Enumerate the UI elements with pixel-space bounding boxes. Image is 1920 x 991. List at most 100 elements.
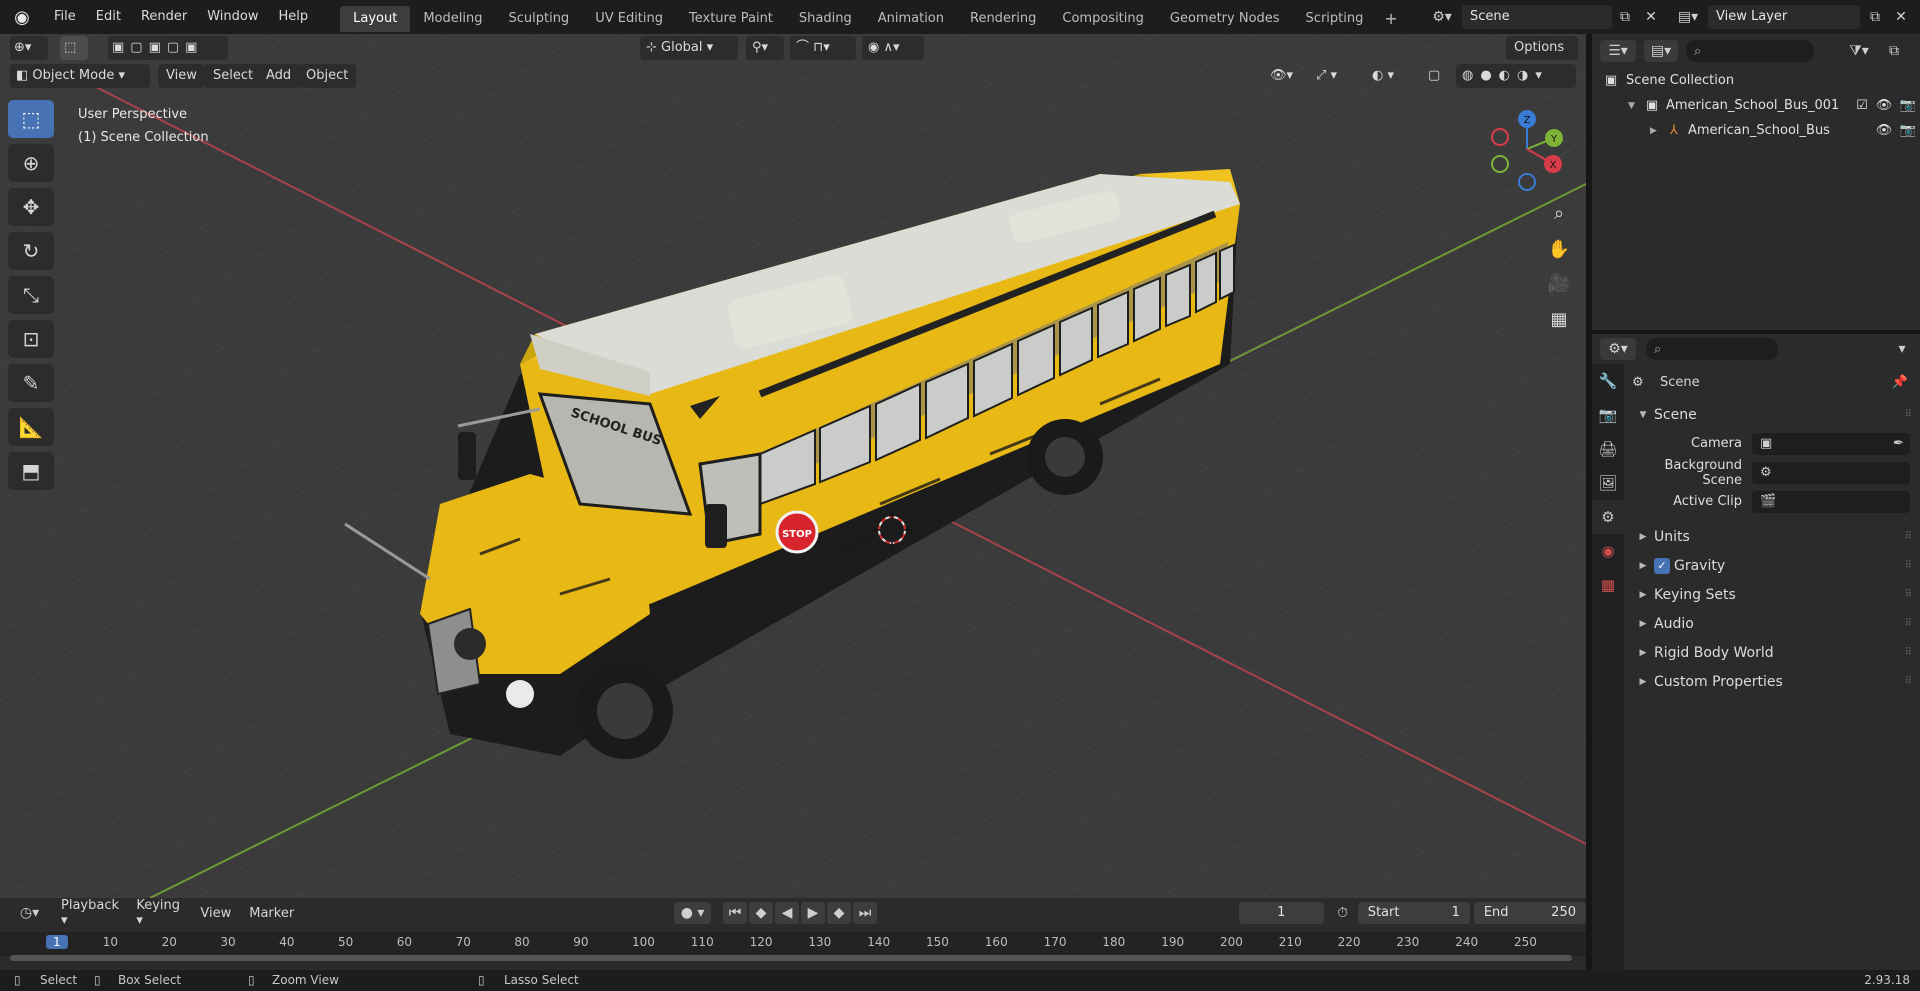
menu-object[interactable]: Object [298,64,357,88]
background-scene-input[interactable]: ⚙ [1752,461,1910,484]
view-layer-icon[interactable]: ▤▾ [1672,5,1704,29]
view-layer-field[interactable]: View Layer [1708,5,1860,29]
eyedropper-icon[interactable]: ✒ [1893,436,1904,451]
transform-tool-icon[interactable]: ⊡ [8,320,54,358]
next-keyframe-icon[interactable]: ◆ [827,902,852,924]
tab-layout[interactable]: Layout [340,6,411,32]
record-icon[interactable]: ● ▾ [674,902,712,924]
properties-editor-icon[interactable]: ⚙▾ [1600,338,1636,360]
drag-handle-icon[interactable]: ⠿ [1905,676,1912,687]
menu-playback[interactable]: Playback ▾ [61,898,124,928]
scene-tab-icon[interactable]: ⚙ [1592,500,1624,534]
section-scene[interactable]: ▼ Scene ⠿ [1632,400,1920,429]
expand-arrow-icon[interactable]: ▶ [1650,126,1664,136]
section-audio[interactable]: ▶ Audio ⠿ [1632,609,1920,638]
scene-selector-icon[interactable]: ⚙▾ [1424,5,1460,29]
tab-shading[interactable]: Shading [786,6,865,32]
tab-compositing[interactable]: Compositing [1049,6,1157,32]
scale-tool-icon[interactable]: ⤡ [8,276,54,314]
drag-handle-icon[interactable]: ⠿ [1905,560,1912,571]
overlays-icon[interactable]: ◐ ▾ [1368,64,1418,88]
filter-icon[interactable]: ⧩▾ [1842,40,1876,62]
drag-handle-icon[interactable]: ⠿ [1905,618,1912,629]
blender-logo-icon[interactable]: ◉ [0,0,44,34]
section-keying-sets[interactable]: ▶ Keying Sets ⠿ [1632,580,1920,609]
outliner-item-scene-collection[interactable]: ▣ Scene Collection [1600,68,1920,93]
tab-geometry-nodes[interactable]: Geometry Nodes [1157,6,1293,32]
eye-icon[interactable]: 👁 [1872,123,1896,138]
pivot-point-icon[interactable]: ⚲▾ [746,36,784,60]
menu-help[interactable]: Help [269,0,319,34]
editor-type-icon[interactable]: ⊕▾ [10,36,48,60]
outliner-search-input[interactable]: ⌕ [1686,40,1814,62]
tab-uv-editing[interactable]: UV Editing [582,6,676,32]
tab-scripting[interactable]: Scripting [1293,6,1377,32]
select-tool-icon[interactable]: ⬚ [60,36,88,60]
menu-select[interactable]: Select [205,64,262,88]
outliner-item-bus-object[interactable]: ▶ ⅄ American_School_Bus 👁 📷 [1600,118,1920,143]
jump-start-icon[interactable]: ⏮ [723,902,748,924]
drag-handle-icon[interactable]: ⠿ [1905,409,1912,420]
perspective-toggle-icon[interactable]: ▦ [1542,302,1576,336]
tab-rendering[interactable]: Rendering [957,6,1049,32]
section-units[interactable]: ▶ Units ⠿ [1632,522,1920,551]
prev-keyframe-icon[interactable]: ◆ [749,902,774,924]
rotate-tool-icon[interactable]: ↻ [8,232,54,270]
timeline-editor-icon[interactable]: ◷▾ [12,902,47,924]
menu-view[interactable]: View [158,64,205,88]
transform-orientation-select[interactable]: ⊹ Global ▾ [640,36,738,60]
stopwatch-icon[interactable]: ⏱ [1332,902,1354,924]
section-rigid-body-world[interactable]: ▶ Rigid Body World ⠿ [1632,638,1920,667]
play-icon[interactable]: ▶ [801,902,826,924]
display-mode-icon[interactable]: ▤▾ [1644,40,1678,62]
menu-marker[interactable]: Marker [249,906,294,921]
play-reverse-icon[interactable]: ◀ [775,902,800,924]
new-view-layer-icon[interactable]: ⧉ [1864,5,1886,29]
delete-scene-icon[interactable]: ✕ [1640,5,1662,29]
pan-view-icon[interactable]: ✋ [1542,232,1576,266]
menu-keying[interactable]: Keying ▾ [136,898,186,928]
tab-animation[interactable]: Animation [865,6,957,32]
visibility-icon[interactable]: 👁▾ [1266,64,1306,88]
xray-icon[interactable]: ▢ [1424,64,1448,88]
menu-render[interactable]: Render [131,0,197,34]
measure-tool-icon[interactable]: 📐 [8,408,54,446]
3d-viewport[interactable]: STOP SCHOOL BUS [0,34,1586,898]
expand-arrow-icon[interactable]: ▼ [1628,101,1642,111]
annotate-tool-icon[interactable]: ✎ [8,364,54,402]
timeline-scrollbar[interactable] [10,955,1572,961]
tool-tab-icon[interactable]: 🔧 [1592,364,1624,398]
properties-options-icon[interactable]: ▾ [1892,338,1912,360]
add-workspace-button[interactable]: + [1376,6,1405,32]
menu-window[interactable]: Window [197,0,268,34]
menu-view[interactable]: View [200,906,231,921]
snapping-icon[interactable]: ⌒ ⊓▾ [790,36,856,60]
new-scene-icon[interactable]: ⧉ [1614,5,1636,29]
options-button[interactable]: Options ▾ [1506,36,1578,79]
output-tab-icon[interactable]: 🖨 [1592,432,1624,466]
gizmo-icon[interactable]: ⤢ ▾ [1312,64,1362,88]
drag-handle-icon[interactable]: ⠿ [1905,647,1912,658]
render-tab-icon[interactable]: 📷 [1592,398,1624,432]
camera-render-icon[interactable]: 📷 [1896,98,1920,113]
frame-ruler[interactable]: 1 10 20 30 40 50 60 70 80 90 100 110 120 130 140 150 160… [0,932,1586,956]
add-cube-tool-icon[interactable]: ⬒ [8,452,54,490]
world-tab-icon[interactable]: ◉ [1592,534,1624,568]
proportional-editing-icon[interactable]: ◉ ∧▾ [862,36,924,60]
camera-view-icon[interactable]: 🎥 [1542,266,1576,300]
object-mode-select[interactable]: ◧ Object Mode ▾ [10,64,150,88]
menu-add[interactable]: Add [258,64,300,88]
section-gravity[interactable]: ▶ ✓ Gravity ⠿ [1632,551,1920,580]
outliner-editor-icon[interactable]: ☰▾ [1600,40,1636,62]
properties-search-input[interactable]: ⌕ [1646,338,1778,360]
navigation-gizmo[interactable]: Z Y X [1480,104,1580,204]
move-tool-icon[interactable]: ✥ [8,188,54,226]
jump-end-icon[interactable]: ⏭ [853,902,878,924]
selection-mode-icons[interactable]: ▣▢▣▢▣ [108,36,228,60]
start-frame-field[interactable]: Start 1 [1357,902,1470,924]
menu-file[interactable]: File [44,0,86,34]
scene-name-field[interactable]: Scene [1462,5,1612,29]
camera-render-icon[interactable]: 📷 [1896,123,1920,138]
outliner-item-bus-collection[interactable]: ▼ ▣ American_School_Bus_001 ☑ 👁 📷 [1600,93,1920,118]
pin-icon[interactable]: 📌 [1892,375,1908,390]
